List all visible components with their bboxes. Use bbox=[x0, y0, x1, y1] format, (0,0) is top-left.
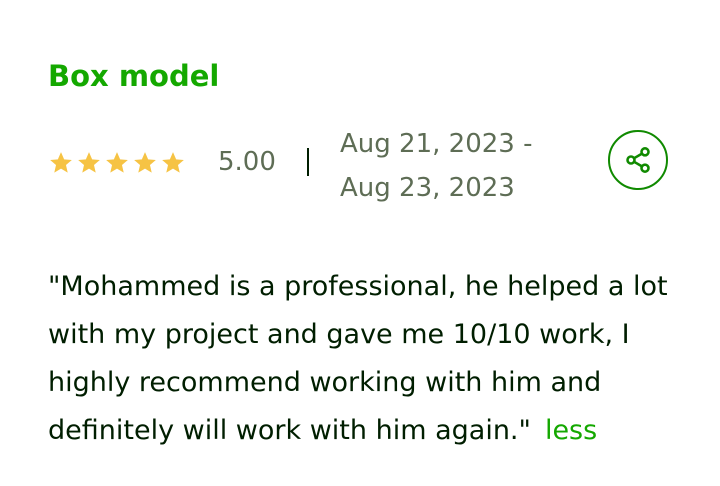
review-text: "Mohammed is a professional, he helped a… bbox=[48, 263, 678, 455]
star-icon bbox=[134, 152, 156, 173]
share-icon bbox=[626, 147, 650, 173]
rating-value: 5.00 bbox=[218, 147, 276, 177]
star-icon bbox=[106, 152, 128, 173]
less-toggle-link[interactable]: less bbox=[545, 415, 597, 446]
star-icon bbox=[162, 152, 184, 173]
star-rating bbox=[48, 150, 186, 176]
review-card: Box model 5.00 Aug 21, 2023 - Aug 23, 20… bbox=[48, 56, 678, 446]
star-icon bbox=[50, 152, 72, 173]
date-range: Aug 21, 2023 - Aug 23, 2023 bbox=[340, 129, 533, 203]
review-meta-row: 5.00 Aug 21, 2023 - Aug 23, 2023 bbox=[48, 122, 678, 210]
project-title-link[interactable]: Box model bbox=[48, 56, 219, 96]
star-icon bbox=[78, 152, 100, 173]
divider bbox=[307, 148, 309, 176]
share-button[interactable] bbox=[608, 130, 668, 190]
